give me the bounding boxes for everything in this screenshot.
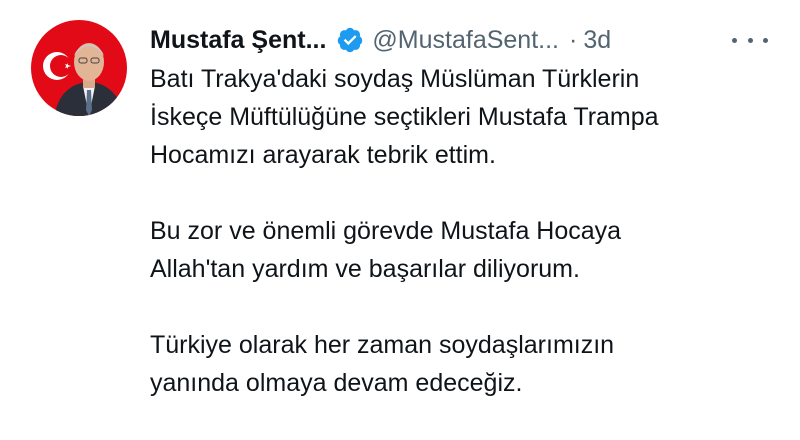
more-options-button[interactable]	[732, 28, 768, 52]
tweet-paragraph: Batı Trakya'daki soydaş Müslüman Türkler…	[150, 60, 780, 174]
text-line: İskeçe Müftülüğüne seçtikleri Mustafa Tr…	[150, 103, 659, 131]
tweet-header: Mustafa Şent... @MustafaSent... · 3d	[150, 22, 780, 58]
tweet-paragraph: Türkiye olarak her zaman soydaşlarımızın…	[150, 326, 780, 402]
separator-dot: ·	[569, 25, 578, 54]
text-line: Batı Trakya'daki soydaş Müslüman Türkler…	[150, 65, 640, 93]
text-line: Hocamızı arayarak tebrik ettim.	[150, 141, 496, 169]
display-name[interactable]: Mustafa Şent...	[150, 26, 326, 55]
tweet-paragraph: Bu zor ve önemli görevde Mustafa Hocaya …	[150, 212, 780, 288]
text-line: yanında olmaya devam edeceğiz.	[150, 369, 523, 397]
more-dot-icon	[732, 37, 737, 43]
tweet-card[interactable]: Mustafa Şent... @MustafaSent... · 3d Bat…	[0, 0, 800, 429]
user-handle[interactable]: @MustafaSent...	[372, 26, 559, 55]
more-dot-icon	[747, 37, 753, 43]
timestamp[interactable]: 3d	[583, 26, 611, 55]
more-dot-icon	[763, 37, 768, 43]
text-line: Bu zor ve önemli görevde Mustafa Hocaya	[150, 217, 622, 245]
avatar[interactable]	[31, 20, 127, 116]
tweet-text: Batı Trakya'daki soydaş Müslüman Türkler…	[150, 60, 780, 440]
text-line: Türkiye olarak her zaman soydaşlarımızın	[150, 331, 615, 359]
verified-badge-icon	[338, 27, 363, 53]
text-line: Allah'tan yardım ve başarılar diliyorum.	[150, 255, 580, 283]
profile-photo-icon	[31, 20, 127, 116]
